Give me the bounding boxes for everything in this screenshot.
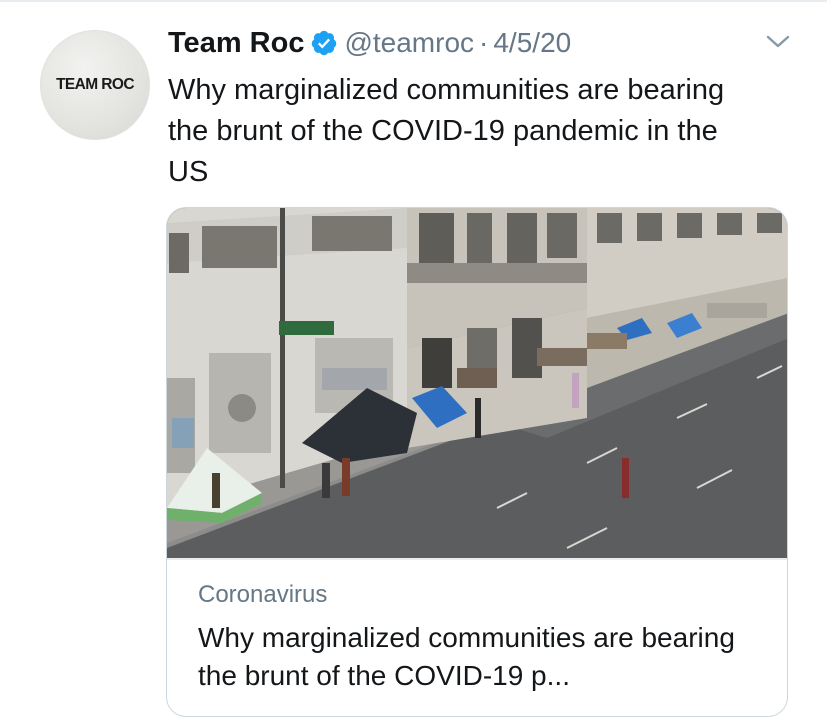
card-divider (167, 558, 787, 560)
avatar-text: TEAM ROC (56, 76, 134, 93)
card-title: Why marginalized communities are bearing… (198, 622, 735, 691)
avatar[interactable]: TEAM ROC (40, 30, 150, 140)
tweet-header: Team Roc @teamroc · 4/5/20 (168, 24, 571, 62)
tweet-text: Why marginalized communities are bearing… (168, 74, 725, 188)
user-handle[interactable]: @teamroc (344, 27, 474, 59)
top-divider (0, 0, 827, 2)
street-photo-image (167, 208, 787, 558)
display-name[interactable]: Team Roc (168, 27, 304, 60)
link-card[interactable]: Coronavirus Why marginalized communities… (166, 207, 788, 717)
card-image[interactable] (167, 208, 787, 558)
tweet-date[interactable]: 4/5/20 (493, 27, 571, 59)
tweet[interactable]: TEAM ROC Team Roc @teamroc · 4/5/20 Why … (0, 0, 827, 725)
chevron-down-icon[interactable] (764, 30, 792, 54)
card-category: Coronavirus (198, 581, 328, 608)
separator-dot: · (479, 27, 489, 58)
verified-badge-icon (312, 30, 337, 56)
